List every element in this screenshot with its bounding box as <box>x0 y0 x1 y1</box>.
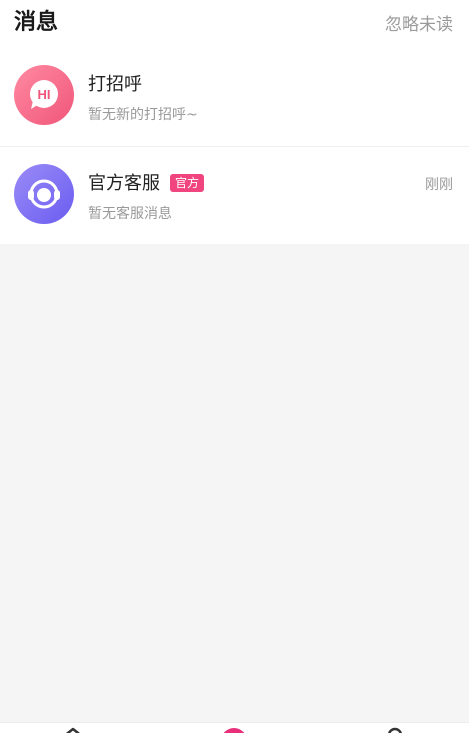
messages-screen: 消息 忽略未读 HI 打招呼 暂无新的打招呼~ 官方客服 官方 刚刚 暂无客服消… <box>0 0 469 733</box>
conversation-greetings[interactable]: HI 打招呼 暂无新的打招呼~ <box>0 48 469 146</box>
bottom-tab-bar <box>0 722 469 733</box>
greetings-avatar: HI <box>14 65 74 125</box>
headset-icon <box>28 179 60 209</box>
conversation-preview: 暂无新的打招呼~ <box>88 107 198 123</box>
profile-icon[interactable] <box>384 727 406 733</box>
header: 消息 忽略未读 <box>0 0 469 48</box>
page-title: 消息 <box>14 10 59 35</box>
conversation-time: 刚刚 <box>425 177 453 193</box>
home-icon[interactable] <box>60 727 86 733</box>
svg-text:HI: HI <box>38 87 51 102</box>
hi-bubble-icon: HI <box>30 80 58 109</box>
ignore-unread-button[interactable]: 忽略未读 <box>385 10 453 35</box>
conversation-official-support[interactable]: 官方客服 官方 刚刚 暂无客服消息 <box>0 146 469 244</box>
conversation-title: 官方客服 <box>88 173 160 194</box>
conversation-preview: 暂无客服消息 <box>88 206 172 222</box>
official-badge: 官方 <box>170 174 205 192</box>
center-tab-icon[interactable] <box>219 727 249 733</box>
conversation-list: HI 打招呼 暂无新的打招呼~ 官方客服 官方 刚刚 暂无客服消息 <box>0 48 469 244</box>
support-avatar <box>14 164 74 224</box>
conversation-title: 打招呼 <box>88 74 142 95</box>
